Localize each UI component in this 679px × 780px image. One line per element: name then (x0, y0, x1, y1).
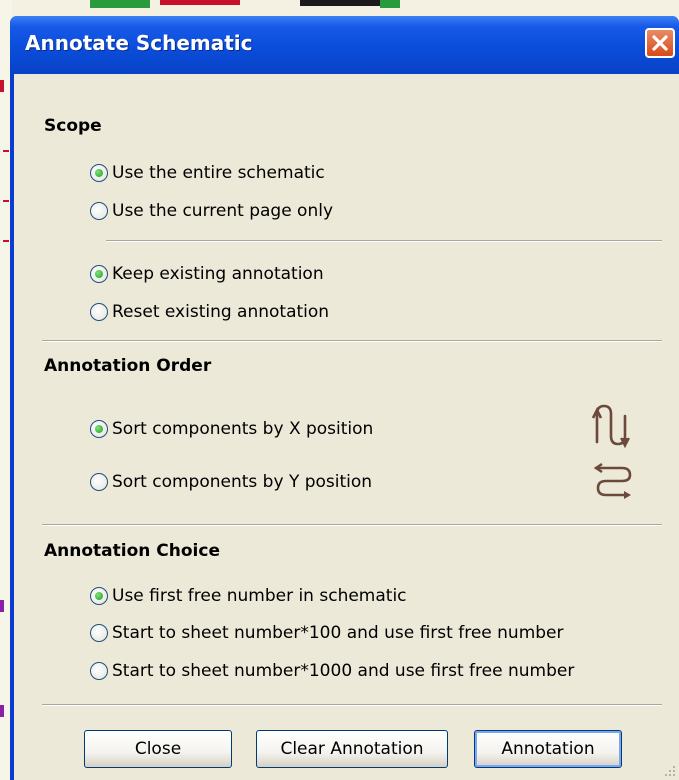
radio-label: Start to sheet number*1000 and use first… (112, 661, 575, 681)
clear-annotation-button[interactable]: Clear Annotation (256, 730, 448, 768)
radio-first-free-number[interactable]: Use first free number in schematic (90, 586, 407, 606)
radio-button[interactable] (90, 662, 108, 680)
radio-sheet-100[interactable]: Start to sheet number*100 and use first … (90, 623, 564, 643)
schematic-tick (3, 200, 9, 202)
annotate-dialog: Annotate Schematic Scope Use the entire … (10, 16, 679, 780)
close-window-button[interactable] (645, 28, 675, 58)
radio-sort-y[interactable]: Sort components by Y position (90, 472, 372, 492)
schematic-mark (0, 705, 4, 717)
radio-button-checked[interactable] (90, 420, 108, 438)
radio-label: Use the current page only (112, 201, 334, 221)
radio-label: Sort components by X position (112, 419, 374, 439)
annotation-button[interactable]: Annotation (474, 730, 622, 768)
radio-button[interactable] (90, 624, 108, 642)
radio-button-checked[interactable] (90, 164, 108, 182)
schematic-tick (3, 150, 9, 152)
radio-label: Keep existing annotation (112, 264, 324, 284)
sort-x-icon (592, 404, 630, 449)
radio-keep-annotation[interactable]: Keep existing annotation (90, 264, 324, 284)
separator (42, 340, 662, 342)
schematic-mark (0, 600, 4, 612)
dialog-body: Scope Use the entire schematic Use the c… (14, 74, 679, 780)
close-icon (652, 35, 668, 51)
radio-label: Start to sheet number*100 and use first … (112, 623, 564, 643)
resize-grip-icon[interactable] (663, 764, 677, 778)
separator (42, 704, 662, 706)
dialog-title: Annotate Schematic (25, 31, 253, 55)
order-heading: Annotation Order (44, 356, 212, 376)
radio-button-checked[interactable] (90, 265, 108, 283)
radio-button[interactable] (90, 473, 108, 491)
radio-button[interactable] (90, 202, 108, 220)
sort-y-icon (593, 463, 632, 499)
radio-current-page[interactable]: Use the current page only (90, 201, 333, 221)
schematic-mark (0, 80, 4, 92)
radio-button-checked[interactable] (90, 587, 108, 605)
scope-heading: Scope (44, 116, 102, 136)
schematic-wire (160, 0, 240, 5)
close-button[interactable]: Close (84, 730, 232, 768)
choice-heading: Annotation Choice (44, 541, 220, 561)
radio-label: Reset existing annotation (112, 302, 330, 322)
radio-entire-schematic[interactable]: Use the entire schematic (90, 163, 325, 183)
separator (42, 524, 662, 526)
schematic-wire (90, 0, 150, 8)
schematic-wire (380, 0, 400, 8)
radio-sort-x[interactable]: Sort components by X position (90, 419, 373, 439)
radio-sheet-1000[interactable]: Start to sheet number*1000 and use first… (90, 661, 574, 681)
schematic-tick (3, 240, 9, 242)
schematic-wire (300, 0, 390, 6)
radio-label: Use the entire schematic (112, 163, 325, 183)
separator (106, 240, 662, 242)
radio-reset-annotation[interactable]: Reset existing annotation (90, 302, 329, 322)
title-bar[interactable]: Annotate Schematic (10, 16, 679, 74)
radio-label: Use first free number in schematic (112, 586, 407, 606)
radio-button[interactable] (90, 303, 108, 321)
radio-label: Sort components by Y position (112, 472, 373, 492)
